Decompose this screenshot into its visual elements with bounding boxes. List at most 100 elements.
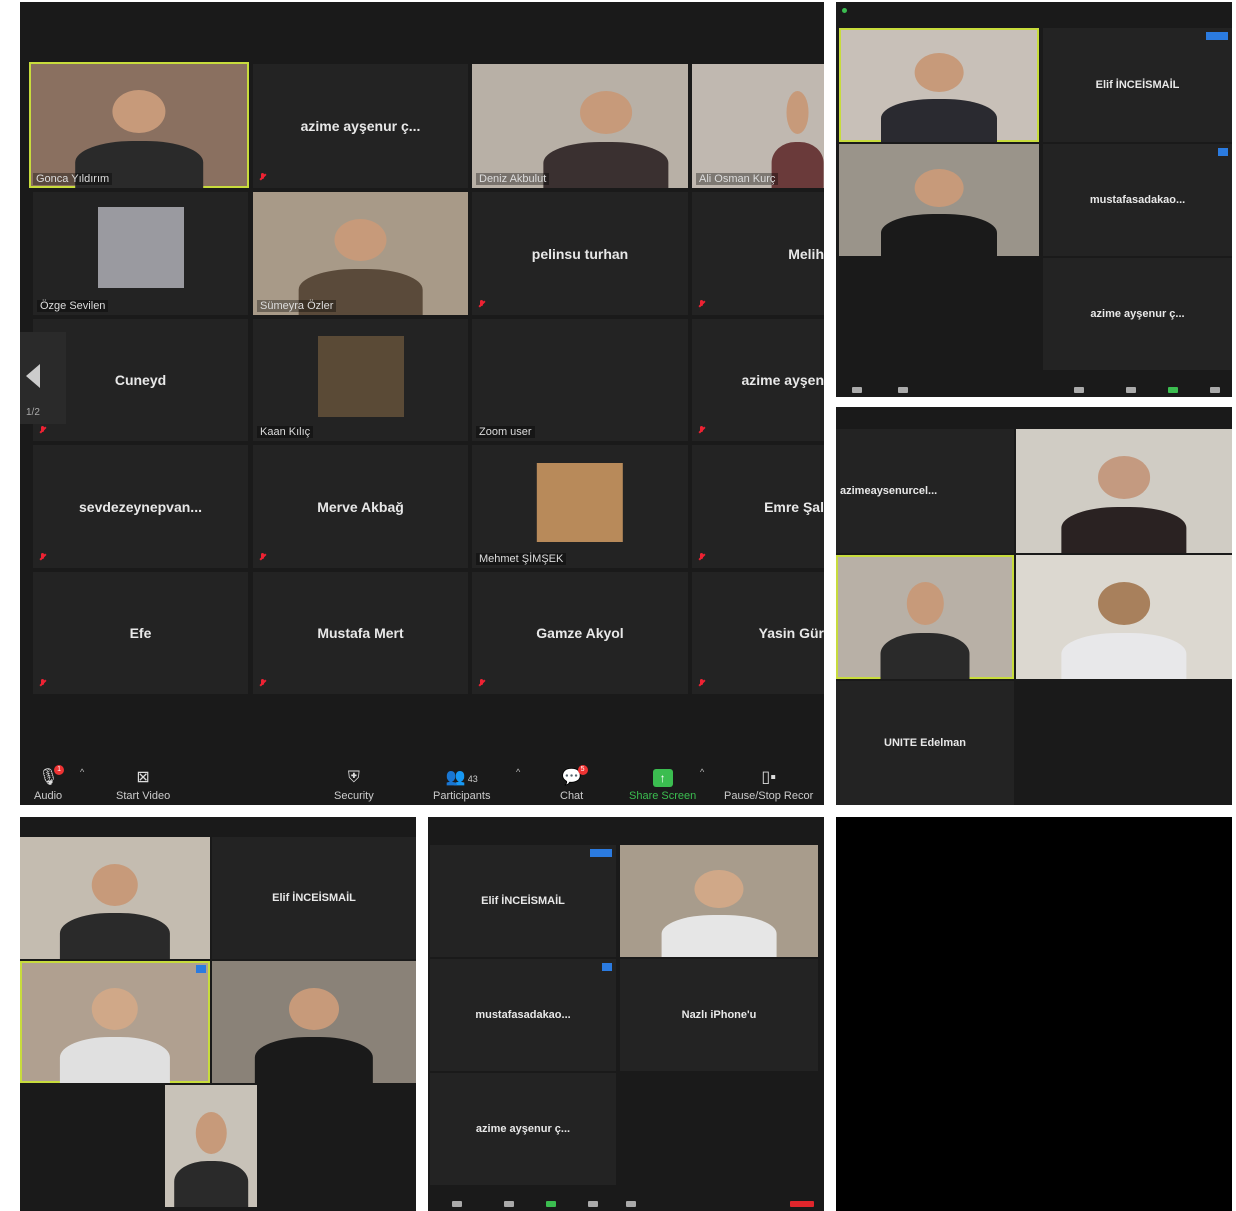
video-tile[interactable] [836, 555, 1014, 679]
chat-label: Chat [560, 790, 584, 802]
participant-name: Melih [788, 245, 824, 262]
video-tile[interactable]: Sümeyra Özler [253, 192, 468, 315]
leave-button[interactable] [790, 1201, 814, 1207]
video-tile[interactable] [165, 1085, 257, 1207]
participants-count: 43 [467, 774, 478, 784]
meeting-toolbar [836, 375, 1232, 397]
participant-name: azime ayşen [741, 372, 825, 388]
share-screen-button[interactable]: ↑ Share Screen [629, 769, 696, 802]
name-tile[interactable]: Efe [33, 572, 248, 694]
participant-video [1061, 456, 1187, 553]
participant-video [1061, 582, 1187, 679]
name-tile[interactable]: Merve Akbağ [253, 445, 468, 568]
main-zoom-window: Gonca Yıldırım azime ayşenur ç... Deniz … [20, 2, 824, 805]
name-tile[interactable]: Elif İNCEİSMAİL [1043, 28, 1232, 142]
meeting-toolbar: 🎙 1 Audio ^ ⊠ Start Video ⛨ Security 👥 43 … [20, 757, 824, 805]
name-tile[interactable]: UNITE Edelman [836, 681, 1014, 805]
video-tile[interactable] [20, 837, 210, 959]
name-tile[interactable]: Kaan Kılıç [253, 319, 468, 441]
start-video-button[interactable]: ⊠ Start Video [116, 769, 170, 802]
active-indicator [590, 849, 612, 857]
video-tile[interactable]: Ali Osman Kurç [692, 64, 824, 188]
video-tile[interactable] [620, 845, 818, 957]
record-icon[interactable] [588, 1201, 598, 1207]
video-tile[interactable]: Deniz Akbulut [472, 64, 688, 188]
name-tile[interactable]: sevdezeynepvan... [33, 445, 248, 568]
name-tile[interactable]: Elif İNCEİSMAİL [212, 837, 416, 959]
previous-page-button[interactable]: 1/2 [20, 332, 66, 424]
share-screen-label: Share Screen [629, 790, 697, 802]
share-screen-icon[interactable] [1168, 387, 1178, 393]
participants-options-caret[interactable]: ^ [516, 767, 520, 777]
video-off-icon[interactable] [898, 387, 908, 393]
pause-stop-record-icon: ▯▪ [761, 769, 776, 786]
active-indicator [196, 965, 206, 973]
participant-video [59, 863, 171, 959]
name-tile[interactable]: azime ayşenur ç... [1043, 258, 1232, 370]
video-tile[interactable] [839, 28, 1039, 142]
name-tile[interactable]: mustafasadakao... [1043, 144, 1232, 256]
name-tile[interactable]: pelinsu turhan [472, 192, 688, 315]
name-tile[interactable]: Yasin Gür [692, 572, 824, 694]
video-tile[interactable] [20, 961, 210, 1083]
name-tile[interactable]: Zoom user [472, 319, 688, 441]
muted-mic-icon [698, 426, 705, 435]
name-tile[interactable]: mustafasadakao... [430, 959, 616, 1071]
zoom-window-bottom-left: Elif İNCEİSMAİL [20, 817, 416, 1211]
participant-name: Deniz Akbulut [476, 173, 550, 185]
video-tile[interactable] [1016, 555, 1232, 679]
name-tile[interactable]: azime ayşen [692, 319, 824, 441]
record-button[interactable]: ▯▪ Pause/Stop Recor [724, 769, 813, 802]
participant-name: Elif İNCEİSMAİL [272, 892, 356, 904]
share-options-caret[interactable]: ^ [700, 767, 704, 777]
chat-button[interactable]: 💬 5 Chat [560, 765, 588, 802]
share-screen-icon[interactable] [546, 1201, 556, 1207]
name-tile[interactable]: Emre Şal [692, 445, 824, 568]
security-button[interactable]: ⛨ Security [334, 769, 374, 802]
video-tile[interactable] [839, 144, 1039, 256]
video-tile[interactable] [1016, 429, 1232, 553]
participants-icon[interactable] [1074, 387, 1084, 393]
name-tile[interactable]: Melih [692, 192, 824, 315]
participants-label: Participants [433, 790, 491, 802]
chat-icon[interactable] [504, 1201, 514, 1207]
name-tile[interactable]: Mehmet ŞİMŞEK [472, 445, 688, 568]
participants-button[interactable]: 👥 43 Participants [433, 769, 490, 802]
audio-options-caret[interactable]: ^ [80, 767, 84, 777]
chat-badge: 5 [577, 765, 588, 775]
participant-name: Mustafa Mert [317, 625, 404, 641]
muted-mic-icon [259, 173, 266, 182]
share-screen-icon: ↑ [652, 769, 673, 787]
participant-name: Gamze Akyol [536, 625, 624, 641]
participant-name: Merve Akbağ [317, 498, 404, 515]
reactions-icon[interactable] [626, 1201, 636, 1207]
chat-icon: 💬 5 [562, 765, 588, 787]
name-tile[interactable]: Gamze Akyol [472, 572, 688, 694]
profile-picture [97, 206, 184, 288]
audio-button[interactable]: 🎙 1 Audio [34, 765, 65, 802]
video-tile[interactable] [212, 961, 416, 1083]
participant-name: Özge Sevilen [37, 300, 109, 312]
name-tile[interactable]: azime ayşenur ç... [430, 1073, 616, 1185]
participants-icon[interactable] [452, 1201, 462, 1207]
participant-name: Elif İNCEİSMAİL [481, 895, 565, 907]
participant-name: azimeaysenurcel... [840, 485, 938, 497]
active-indicator [1218, 148, 1228, 156]
name-tile[interactable]: azime ayşenur ç... [253, 64, 468, 188]
zoom-window-bottom-middle: Elif İNCEİSMAİL mustafasadakao... Nazlı … [428, 817, 824, 1211]
microphone-icon[interactable] [852, 387, 862, 393]
name-tile[interactable]: azimeaysenurcel... [836, 429, 1014, 553]
name-tile[interactable]: Nazlı iPhone'u [620, 959, 818, 1071]
participant-name: UNITE Edelman [884, 737, 966, 749]
name-tile[interactable]: Elif İNCEİSMAİL [430, 845, 616, 957]
record-icon[interactable] [1210, 387, 1220, 393]
name-tile[interactable]: Özge Sevilen [33, 192, 248, 315]
chat-icon[interactable] [1126, 387, 1136, 393]
active-indicator [1206, 32, 1228, 40]
participant-name: Yasin Gür [758, 625, 824, 641]
video-tile[interactable]: Gonca Yıldırım [29, 62, 249, 188]
profile-picture [317, 336, 404, 417]
name-tile[interactable]: Mustafa Mert [253, 572, 468, 694]
muted-mic-icon [698, 553, 705, 562]
shield-icon: ⛨ [347, 769, 360, 786]
